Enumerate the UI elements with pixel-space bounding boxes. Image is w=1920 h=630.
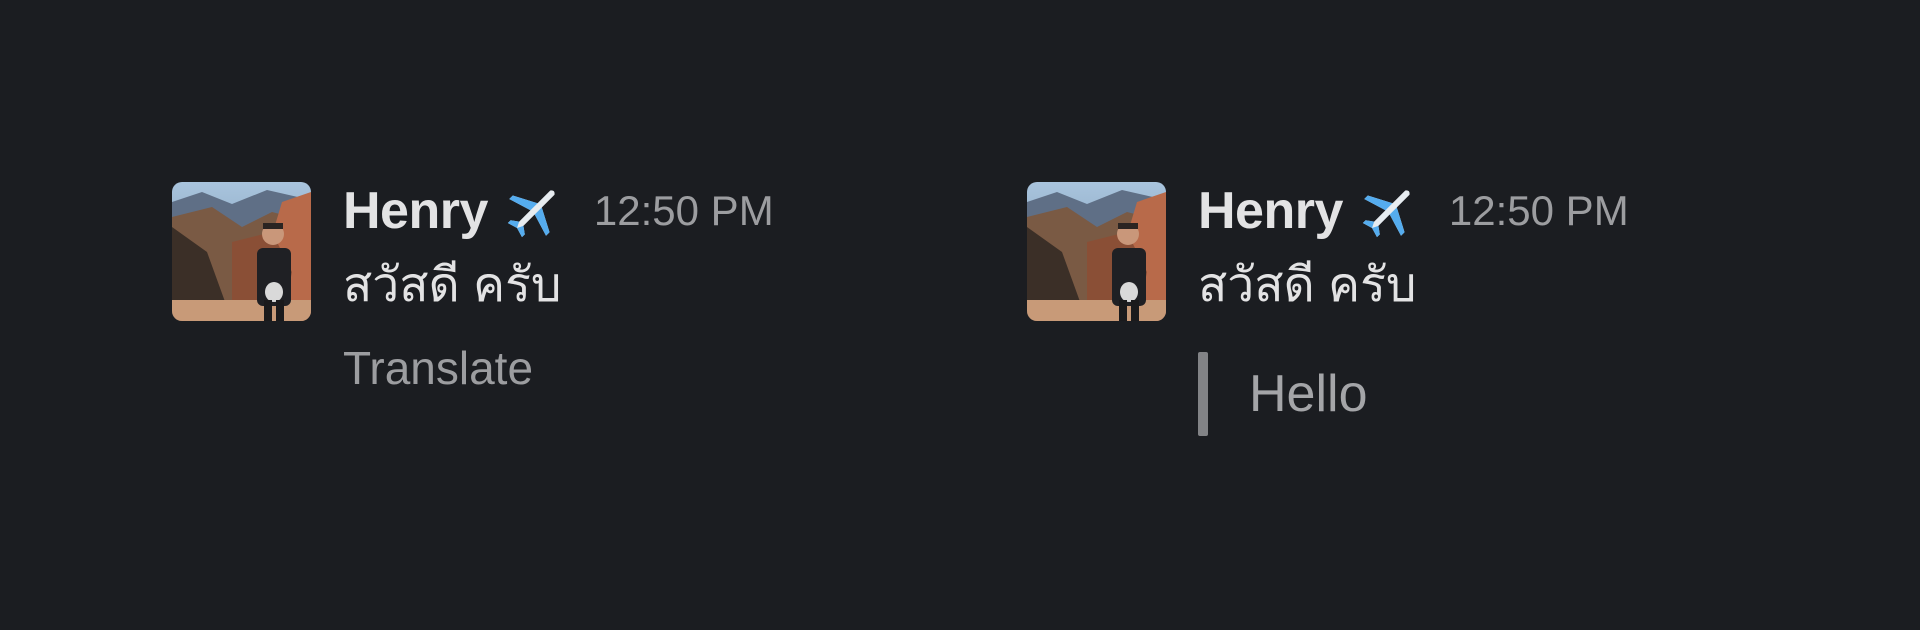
avatar[interactable] <box>172 182 311 321</box>
message-text: สวัสดี ครับ <box>1198 259 1417 312</box>
message-content: Henry 12:50 PM สวัสดี ครับ Translate <box>343 180 903 396</box>
timestamp[interactable]: 12:50 PM <box>594 187 774 235</box>
author-name[interactable]: Henry <box>1198 181 1343 241</box>
message-text: สวัสดี ครับ <box>343 259 562 312</box>
airplane-icon[interactable] <box>502 179 566 243</box>
message-header: Henry 12:50 PM <box>1198 180 1758 242</box>
translate-button[interactable]: Translate <box>343 340 533 396</box>
translated-text: Hello <box>1249 365 1368 423</box>
message-header: Henry 12:50 PM <box>343 180 903 242</box>
message-content: Henry 12:50 PM สวัสดี ครับ Hello <box>1198 180 1758 436</box>
avatar[interactable] <box>1027 182 1166 321</box>
chat-area: Henry 12:50 PM สวัสดี ครับ Translate Hen… <box>0 0 1920 630</box>
airplane-icon[interactable] <box>1357 179 1421 243</box>
translation-quote: Hello <box>1198 352 1758 436</box>
author-name[interactable]: Henry <box>343 181 488 241</box>
timestamp[interactable]: 12:50 PM <box>1449 187 1629 235</box>
quote-bar <box>1198 352 1208 436</box>
